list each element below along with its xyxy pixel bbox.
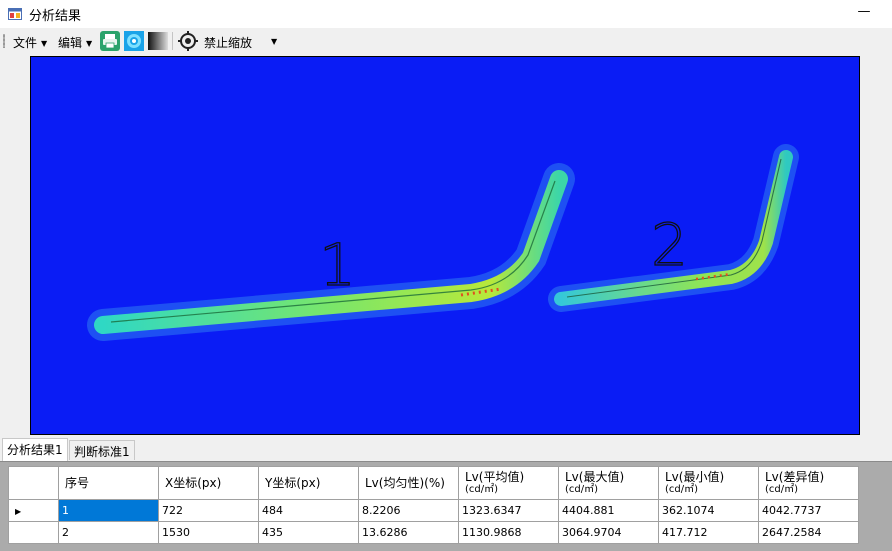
toolbar-separator [172, 32, 173, 50]
result-tabs: 分析结果1 判断标准1 [0, 437, 892, 461]
menu-edit-label: 编辑 [58, 36, 83, 50]
table-cell[interactable]: 1323.6347 [458, 499, 559, 522]
region-label-1: 1 [319, 231, 356, 299]
app-window-icon [8, 8, 22, 20]
table-row[interactable]: 2 1530 435 13.6286 1130.9868 3064.9704 4… [8, 521, 859, 544]
table-cell[interactable]: 722 [158, 499, 259, 522]
row-header-corner [8, 466, 59, 500]
column-header-average[interactable]: Lv(平均值) (cd/㎡) [458, 466, 559, 500]
luminance-image[interactable]: 1 2 [30, 56, 860, 435]
row-header[interactable] [8, 521, 59, 544]
grayscale-icon[interactable] [148, 31, 168, 51]
column-header-index[interactable]: 序号 [58, 466, 159, 500]
menu-file[interactable]: 文件 ▼ [13, 34, 47, 51]
minimize-button[interactable]: — [854, 2, 874, 24]
tab-analysis-result-1[interactable]: 分析结果1 [2, 438, 68, 461]
menu-file-label: 文件 [13, 36, 38, 50]
column-header-y[interactable]: Y坐标(px) [258, 466, 359, 500]
table-cell[interactable]: 1530 [158, 521, 259, 544]
toolbar-grip[interactable] [3, 34, 5, 48]
current-row-pointer-icon: ▶ [15, 507, 22, 516]
zoom-mode-dropdown[interactable]: 禁止缩放 [204, 34, 252, 51]
table-cell[interactable]: 1 [58, 499, 159, 522]
false-color-luminance-map: 1 2 [87, 144, 799, 341]
column-header-x[interactable]: X坐标(px) [158, 466, 259, 500]
column-header-uniformity[interactable]: Lv(均匀性)(%) [358, 466, 459, 500]
target-icon[interactable] [178, 31, 198, 51]
table-cell[interactable]: 8.2206 [358, 499, 459, 522]
table-cell[interactable]: 13.6286 [358, 521, 459, 544]
column-header-max[interactable]: Lv(最大值) (cd/㎡) [558, 466, 659, 500]
table-cell[interactable]: 4042.7737 [758, 499, 859, 522]
table-header-row: 序号 X坐标(px) Y坐标(px) Lv(均匀性)(%) Lv(平均值) (cd… [8, 466, 859, 500]
window-title: 分析结果 [29, 9, 82, 24]
title-bar: 分析结果 — [0, 0, 892, 28]
region-label-2: 2 [651, 211, 688, 279]
dropdown-arrow-icon: ▼ [41, 39, 48, 48]
table-cell[interactable]: 2 [58, 521, 159, 544]
table-row[interactable]: ▶ 1 722 484 8.2206 1323.6347 4404.881 36… [8, 499, 859, 522]
print-icon[interactable] [100, 31, 120, 51]
table-cell[interactable]: 4404.881 [558, 499, 659, 522]
pseudocolor-icon[interactable] [124, 31, 144, 51]
column-header-difference[interactable]: Lv(差异值) (cd/㎡) [758, 466, 859, 500]
dropdown-arrow-icon: ▼ [86, 39, 93, 48]
row-header[interactable]: ▶ [8, 499, 59, 522]
table-cell[interactable]: 1130.9868 [458, 521, 559, 544]
table-cell[interactable]: 362.1074 [658, 499, 759, 522]
column-header-min[interactable]: Lv(最小值) (cd/㎡) [658, 466, 759, 500]
table-cell[interactable]: 2647.2584 [758, 521, 859, 544]
menu-edit[interactable]: 编辑 ▼ [58, 34, 92, 51]
table-cell[interactable]: 3064.9704 [558, 521, 659, 544]
table-cell[interactable]: 435 [258, 521, 359, 544]
results-table: 序号 X坐标(px) Y坐标(px) Lv(均匀性)(%) Lv(平均值) (cd… [8, 466, 859, 544]
table-cell[interactable]: 484 [258, 499, 359, 522]
results-grid-panel: 序号 X坐标(px) Y坐标(px) Lv(均匀性)(%) Lv(平均值) (cd… [0, 461, 892, 551]
dropdown-arrow-icon[interactable]: ▼ [271, 37, 277, 46]
tab-criteria-1[interactable]: 判断标准1 [69, 440, 135, 460]
table-cell[interactable]: 417.712 [658, 521, 759, 544]
